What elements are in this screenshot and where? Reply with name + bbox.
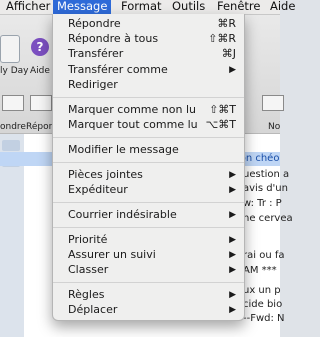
message-snippet: avis d'un [243,183,288,194]
menu-item-courrier-indesirable[interactable]: Courrier indésirable ▶ [53,208,244,222]
menu-item-modifier-message[interactable]: Modifier le message [53,143,244,157]
menu-item-transferer[interactable]: Transférer ⌘J [53,47,244,61]
menu-separator [53,137,244,138]
submenu-arrow-icon: ▶ [229,65,236,75]
menu-item-expediteur[interactable]: Expéditeur ▶ [53,183,244,197]
new-icon[interactable] [262,95,284,111]
menu-item-label: Répondre [68,17,121,30]
menu-separator [53,162,244,163]
menu-item-label: Transférer [68,47,124,60]
help-label: Aide [30,66,50,76]
menu-item-classer[interactable]: Classer ▶ [53,263,244,277]
menu-item-label: Courrier indésirable [68,208,177,221]
menu-format[interactable]: Format [121,0,162,14]
menu-separator [53,97,244,98]
submenu-arrow-icon: ▶ [229,305,236,315]
menu-item-marquer-non-lu[interactable]: Marquer comme non lu ⇧⌘T [53,103,244,117]
menu-item-label: Déplacer [68,303,118,316]
menu-item-priorite[interactable]: Priorité ▶ [53,233,244,247]
menu-item-label: Règles [68,288,105,301]
help-icon[interactable]: ? [31,38,49,56]
reply-icon[interactable] [2,95,24,111]
menu-item-label: Classer [68,263,109,276]
menu-item-label: Priorité [68,233,108,246]
my-day-label: ly Day [0,66,29,76]
submenu-arrow-icon: ▶ [229,185,236,195]
reply-all-label: Répon [26,122,55,132]
menu-item-label: Expéditeur [68,183,128,196]
menu-separator [53,227,244,228]
submenu-arrow-icon: ▶ [229,265,236,275]
menu-aide[interactable]: Aide [270,0,295,14]
menu-separator [53,282,244,283]
my-day-icon[interactable] [0,35,20,63]
menu-item-label: Marquer tout comme lu [68,118,198,131]
shortcut-label: ⌥⌘T [205,118,236,131]
menu-item-label: Modifier le message [68,143,179,156]
menu-separator [53,202,244,203]
menu-item-label: Pièces jointes [68,168,143,181]
menu-item-rediriger[interactable]: Rediriger [53,78,244,92]
submenu-arrow-icon: ▶ [229,170,236,180]
menu-fenetre[interactable]: Fenêtre [217,0,260,14]
menu-item-label: Rediriger [68,78,118,91]
reply-label: ondre [0,122,26,132]
menu-item-deplacer[interactable]: Déplacer ▶ [53,303,244,317]
menu-bar: Afficher Message Format Outils Fenêtre A… [0,0,295,15]
submenu-arrow-icon: ▶ [229,290,236,300]
menu-item-pieces-jointes[interactable]: Pièces jointes ▶ [53,168,244,182]
menu-item-label: Assurer un suivi [68,248,156,261]
message-menu: Répondre ⌘R Répondre à tous ⇧⌘R Transfér… [52,14,245,321]
reply-all-icon[interactable] [30,95,52,111]
submenu-arrow-icon: ▶ [229,210,236,220]
submenu-arrow-icon: ▶ [229,250,236,260]
submenu-arrow-icon: ▶ [229,235,236,245]
shortcut-label: ⌘J [221,47,236,60]
message-snippet: w: Tr : P [243,198,282,209]
menu-item-assurer-suivi[interactable]: Assurer un suivi ▶ [53,248,244,262]
menu-item-marquer-tout-lu[interactable]: Marquer tout comme lu ⌥⌘T [53,118,244,132]
menu-item-regles[interactable]: Règles ▶ [53,288,244,302]
menu-item-transferer-comme[interactable]: Transférer comme ▶ [53,63,244,77]
message-snippet: ux un p [243,285,281,296]
menu-afficher[interactable]: Afficher [6,0,50,14]
folder-item[interactable] [2,140,20,151]
message-snippet: rai ou fa [243,250,285,261]
shortcut-label: ⇧⌘R [208,32,236,45]
message-snippet: AM *** [243,265,277,276]
message-snippet: uestion a [243,169,290,180]
message-snippet: cide bio [243,299,283,310]
menu-item-repondre[interactable]: Répondre ⌘R [53,17,244,31]
shortcut-label: ⇧⌘T [209,103,236,116]
menu-message[interactable]: Message [53,0,112,14]
menu-item-repondre-a-tous[interactable]: Répondre à tous ⇧⌘R [53,32,244,46]
menu-item-label: Transférer comme [68,63,168,76]
menu-item-label: Marquer comme non lu [68,103,196,116]
menu-outils[interactable]: Outils [172,0,205,14]
menu-item-label: Répondre à tous [68,32,159,45]
message-snippet: ne cervea [243,213,293,224]
shortcut-label: ⌘R [217,17,236,30]
new-label: No [268,122,281,132]
message-snippet: --Fwd: N [243,313,285,324]
